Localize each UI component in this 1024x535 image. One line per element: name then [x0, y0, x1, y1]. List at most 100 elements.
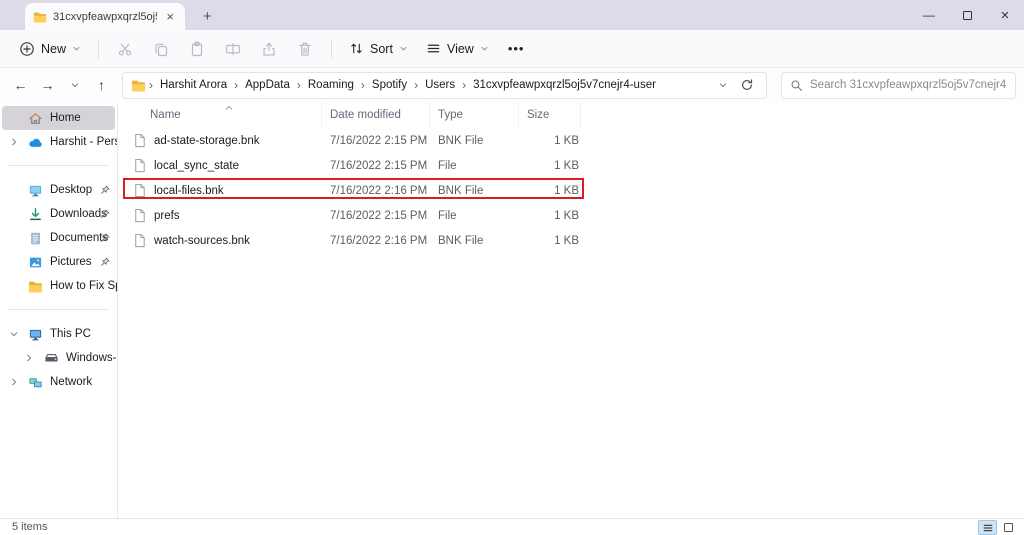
paste-button[interactable]: [179, 35, 215, 63]
view-button[interactable]: View: [417, 36, 498, 61]
sidebar-item-documents[interactable]: Documents: [0, 226, 117, 250]
file-size: 1 KB: [519, 185, 581, 197]
breadcrumb-item[interactable]: AppData: [241, 77, 294, 93]
file-date-modified: 7/16/2022 2:15 PM: [322, 135, 430, 147]
sort-button[interactable]: Sort: [340, 36, 417, 61]
breadcrumb-item[interactable]: Spotify: [368, 77, 411, 93]
breadcrumb-separator: ›: [296, 78, 302, 92]
file-name: local-files.bnk: [154, 185, 224, 197]
maximize-button[interactable]: [948, 0, 986, 30]
more-options-button[interactable]: •••: [498, 41, 535, 56]
sidebar-item-downloads[interactable]: Downloads: [0, 202, 117, 226]
minimize-button[interactable]: —: [910, 0, 948, 30]
sidebar-item-label: Windows-SSD (C:: [66, 352, 118, 364]
status-bar: 5 items: [0, 518, 1024, 535]
chevron-right-icon[interactable]: [24, 353, 34, 363]
cut-button[interactable]: [107, 35, 143, 63]
sidebar-item-home[interactable]: Home: [2, 106, 115, 130]
chevron-down-icon[interactable]: [9, 329, 19, 339]
address-dropdown-button[interactable]: [712, 80, 734, 90]
refresh-button[interactable]: [736, 78, 758, 92]
sort-ascending-icon: [224, 103, 234, 113]
search-box[interactable]: [781, 72, 1016, 99]
file-size: 1 KB: [519, 235, 581, 247]
sidebar-item-this-pc[interactable]: This PC: [0, 322, 117, 346]
back-button[interactable]: ←: [8, 72, 33, 98]
details-view-button[interactable]: [978, 520, 997, 535]
tab-bar: 31cxvpfeawpxqrzl5oj5v7cnejr· × + — ×: [0, 0, 1024, 30]
address-bar[interactable]: › Harshit Arora › AppData › Roaming › Sp…: [122, 72, 767, 99]
navigation-pane: Home Harshit - Personal Desktop Download…: [0, 102, 118, 518]
up-button[interactable]: ↑: [89, 72, 114, 98]
sidebar-item-desktop[interactable]: Desktop: [0, 178, 117, 202]
breadcrumb-item-current[interactable]: 31cxvpfeawpxqrzl5oj5v7cnejr4-user: [469, 77, 660, 93]
file-date-modified: 7/16/2022 2:16 PM: [322, 235, 430, 247]
breadcrumb-item[interactable]: Roaming: [304, 77, 358, 93]
breadcrumb-item[interactable]: Harshit Arora: [156, 77, 231, 93]
column-header-date-modified[interactable]: Date modified: [322, 102, 430, 128]
maximize-icon: [963, 11, 972, 20]
documents-icon: [28, 231, 43, 246]
file-row-highlighted[interactable]: local-files.bnk 7/16/2022 2:16 PM BNK Fi…: [118, 178, 1024, 203]
folder-icon: [33, 10, 47, 24]
network-icon: [28, 375, 43, 390]
sidebar-item-pictures[interactable]: Pictures: [0, 250, 117, 274]
chevron-down-icon: [480, 44, 489, 53]
copy-button[interactable]: [143, 35, 179, 63]
file-explorer-window: 31cxvpfeawpxqrzl5oj5v7cnejr· × + — × New…: [0, 0, 1024, 535]
rename-button[interactable]: [215, 35, 251, 63]
sidebar-item-label: How to Fix Spotify: [50, 280, 118, 292]
explorer-body: Home Harshit - Personal Desktop Download…: [0, 102, 1024, 518]
sidebar-item-label: Harshit - Personal: [50, 136, 118, 148]
column-header-size[interactable]: Size: [519, 102, 581, 128]
items-count: 5 items: [12, 521, 47, 533]
file-row[interactable]: local_sync_state 7/16/2022 2:15 PM File …: [118, 153, 1024, 178]
file-icon: [132, 183, 147, 198]
file-size: 1 KB: [519, 135, 581, 147]
sidebar-item-label: Pictures: [50, 256, 92, 268]
sidebar-item-label: This PC: [50, 328, 91, 340]
view-button-label: View: [447, 42, 474, 56]
sidebar-item-label: Network: [50, 376, 92, 388]
chevron-right-icon[interactable]: [9, 377, 19, 387]
column-header-name[interactable]: Name: [118, 102, 322, 128]
sidebar-item-how-to-fix-spotify[interactable]: How to Fix Spotify: [0, 274, 117, 298]
column-header-type[interactable]: Type: [430, 102, 519, 128]
sidebar-item-network[interactable]: Network: [0, 370, 117, 394]
forward-button[interactable]: →: [35, 72, 60, 98]
search-input[interactable]: [810, 79, 1007, 91]
toolbar-divider: [98, 39, 99, 59]
breadcrumb-item[interactable]: Users: [421, 77, 459, 93]
large-icons-view-button[interactable]: [999, 520, 1018, 535]
breadcrumb-separator: ›: [413, 78, 419, 92]
sidebar-item-label: Home: [50, 112, 81, 124]
address-row: ← → ↑ › Harshit Arora › AppData › Roamin…: [0, 68, 1024, 102]
view-lines-icon: [426, 41, 441, 56]
new-button[interactable]: New: [10, 36, 90, 62]
file-type: BNK File: [430, 235, 519, 247]
chevron-right-icon[interactable]: [9, 137, 19, 147]
new-tab-button[interactable]: +: [203, 9, 212, 24]
file-row[interactable]: ad-state-storage.bnk 7/16/2022 2:15 PM B…: [118, 128, 1024, 153]
file-type: BNK File: [430, 135, 519, 147]
pin-icon: [99, 256, 111, 268]
share-button[interactable]: [251, 35, 287, 63]
pin-icon: [99, 208, 111, 220]
file-row[interactable]: prefs 7/16/2022 2:15 PM File 1 KB: [118, 203, 1024, 228]
tab-close-icon[interactable]: ×: [163, 9, 177, 24]
close-button[interactable]: ×: [986, 0, 1024, 30]
window-controls: — ×: [910, 0, 1024, 30]
breadcrumb-separator: ›: [461, 78, 467, 92]
command-toolbar: New Sort View •••: [0, 30, 1024, 68]
new-button-label: New: [41, 42, 66, 56]
delete-button[interactable]: [287, 35, 323, 63]
file-icon: [132, 233, 147, 248]
recent-locations-button[interactable]: [62, 72, 87, 98]
sort-arrows-icon: [349, 41, 364, 56]
breadcrumb-separator: ›: [233, 78, 239, 92]
sidebar-item-windows-ssd[interactable]: Windows-SSD (C:: [0, 346, 117, 370]
explorer-tab[interactable]: 31cxvpfeawpxqrzl5oj5v7cnejr· ×: [25, 3, 185, 30]
sidebar-divider: [8, 309, 109, 310]
sidebar-item-onedrive[interactable]: Harshit - Personal: [0, 130, 117, 154]
file-row[interactable]: watch-sources.bnk 7/16/2022 2:16 PM BNK …: [118, 228, 1024, 253]
